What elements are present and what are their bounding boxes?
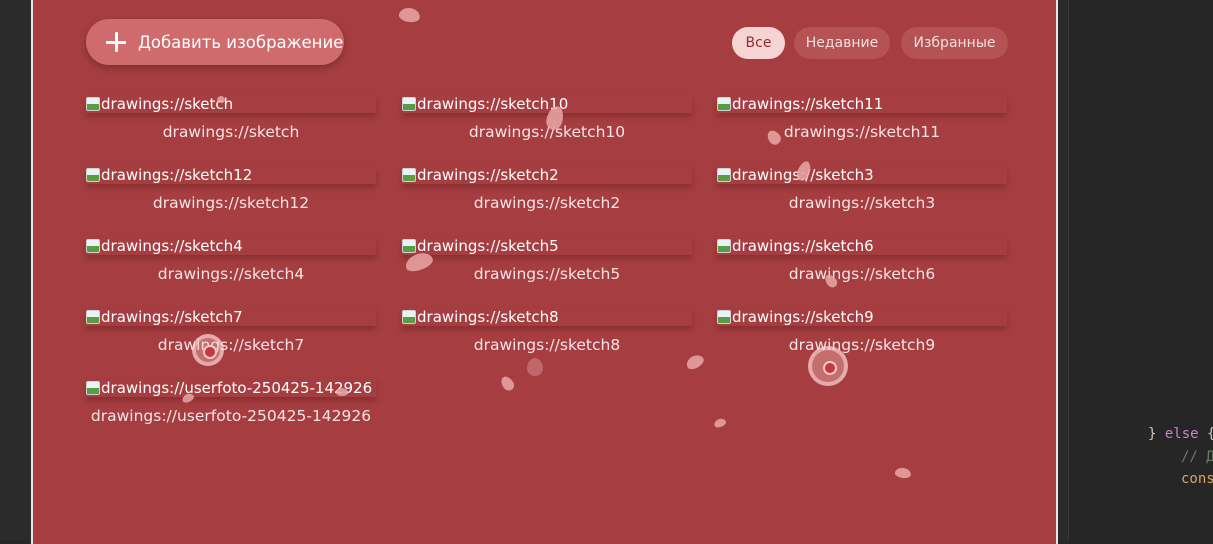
left-editor-strip: [0, 0, 31, 540]
click-ripple-decoration: [808, 346, 848, 386]
gallery-image[interactable]: drawings://sketch11: [717, 95, 1007, 113]
code-keyword: else: [1164, 426, 1199, 442]
broken-image-icon: [717, 97, 731, 111]
broken-image-icon: [402, 168, 416, 182]
gallery-image[interactable]: drawings://sketch: [86, 95, 376, 113]
code-token: }: [1148, 426, 1165, 442]
image-caption: drawings://sketch6: [788, 265, 936, 283]
gallery-card[interactable]: drawings://sketch4 drawings://sketch4: [86, 237, 376, 295]
gallery-image[interactable]: drawings://userfoto-250425-142926: [86, 379, 376, 397]
broken-image-icon: [402, 97, 416, 111]
gallery-image[interactable]: drawings://sketch9: [717, 308, 1007, 326]
code-line: } else {: [1148, 426, 1213, 442]
image-alt-text: drawings://sketch: [101, 95, 234, 113]
gallery-card[interactable]: drawings://sketch9 drawings://sketch9: [717, 308, 1007, 366]
petal-decoration: [712, 417, 728, 429]
image-caption: drawings://userfoto-250425-142926: [90, 407, 372, 425]
image-caption: drawings://sketch4: [157, 265, 305, 283]
code-token: {: [1199, 426, 1213, 442]
image-alt-text: drawings://sketch7: [101, 308, 243, 326]
image-alt-text: drawings://sketch2: [417, 166, 559, 184]
gallery-image[interactable]: drawings://sketch8: [402, 308, 692, 326]
image-alt-text: drawings://sketch4: [101, 237, 243, 255]
image-caption: drawings://sketch2: [473, 194, 621, 212]
gallery-image[interactable]: drawings://sketch5: [402, 237, 692, 255]
broken-image-icon: [86, 168, 100, 182]
add-image-label: Добавить изображение: [138, 32, 344, 52]
gallery-image[interactable]: drawings://sketch6: [717, 237, 1007, 255]
broken-image-icon: [86, 97, 100, 111]
click-ripple-decoration: [192, 334, 224, 366]
gallery-image[interactable]: drawings://sketch4: [86, 237, 376, 255]
image-alt-text: drawings://sketch9: [732, 308, 874, 326]
gallery-image[interactable]: drawings://sketch7: [86, 308, 376, 326]
image-caption: drawings://sketch3: [788, 194, 936, 212]
image-alt-text: drawings://sketch8: [417, 308, 559, 326]
broken-image-icon: [86, 310, 100, 324]
image-caption: drawings://sketch9: [788, 336, 936, 354]
code-line: cons: [1181, 471, 1213, 487]
broken-image-icon: [86, 239, 100, 253]
broken-image-icon: [402, 239, 416, 253]
gallery-card[interactable]: drawings://sketch5 drawings://sketch5: [402, 237, 692, 295]
code-editor[interactable]: } else { // Д cons: [1069, 0, 1213, 540]
image-caption: drawings://sketch12: [152, 194, 310, 212]
filter-recent-chip[interactable]: Недавние: [794, 27, 890, 59]
gallery-card[interactable]: drawings://sketch11 drawings://sketch11: [717, 95, 1007, 153]
broken-image-icon: [86, 381, 100, 395]
image-caption: drawings://sketch5: [473, 265, 621, 283]
image-caption: drawings://sketch8: [473, 336, 621, 354]
image-caption: drawings://sketch11: [783, 123, 941, 141]
gallery-card[interactable]: drawings://sketch8 drawings://sketch8: [402, 308, 692, 366]
broken-image-icon: [717, 239, 731, 253]
add-image-button[interactable]: Добавить изображение: [86, 19, 344, 65]
gallery-image[interactable]: drawings://sketch3: [717, 166, 1007, 184]
gallery-card[interactable]: drawings://sketch7 drawings://sketch7: [86, 308, 376, 366]
image-alt-text: drawings://sketch5: [417, 237, 559, 255]
image-alt-text: drawings://sketch11: [732, 95, 884, 113]
gallery-image[interactable]: drawings://sketch2: [402, 166, 692, 184]
gallery-card[interactable]: drawings://sketch drawings://sketch: [86, 95, 376, 153]
image-alt-text: drawings://userfoto-250425-142926: [101, 379, 373, 397]
editor-gutter: [1058, 0, 1069, 540]
gallery-image[interactable]: drawings://sketch10: [402, 95, 692, 113]
gallery-image[interactable]: drawings://sketch12: [86, 166, 376, 184]
filter-favorites-chip[interactable]: Избранные: [901, 27, 1008, 59]
image-alt-text: drawings://sketch12: [101, 166, 253, 184]
plus-icon: [106, 32, 126, 52]
petal-decoration: [217, 96, 225, 103]
gallery-card[interactable]: drawings://sketch2 drawings://sketch2: [402, 166, 692, 224]
gallery-card[interactable]: drawings://sketch12 drawings://sketch12: [86, 166, 376, 224]
filter-all-chip[interactable]: Все: [732, 27, 785, 59]
petal-decoration: [398, 6, 421, 24]
image-alt-text: drawings://sketch10: [417, 95, 569, 113]
petal-decoration: [498, 374, 517, 393]
petal-decoration: [527, 358, 543, 376]
image-alt-text: drawings://sketch6: [732, 237, 874, 255]
image-caption: drawings://sketch7: [157, 336, 305, 354]
image-caption: drawings://sketch: [162, 123, 300, 141]
gallery-card[interactable]: drawings://sketch3 drawings://sketch3: [717, 166, 1007, 224]
broken-image-icon: [717, 168, 731, 182]
code-comment: // Д: [1181, 449, 1213, 465]
gallery-card[interactable]: drawings://sketch6 drawings://sketch6: [717, 237, 1007, 295]
petal-decoration: [894, 466, 912, 480]
petal-decoration: [336, 388, 348, 396]
image-gallery-panel: Добавить изображение Все Недавние Избран…: [31, 0, 1058, 544]
broken-image-icon: [717, 310, 731, 324]
gallery-card[interactable]: drawings://userfoto-250425-142926 drawing…: [86, 379, 376, 437]
broken-image-icon: [402, 310, 416, 324]
